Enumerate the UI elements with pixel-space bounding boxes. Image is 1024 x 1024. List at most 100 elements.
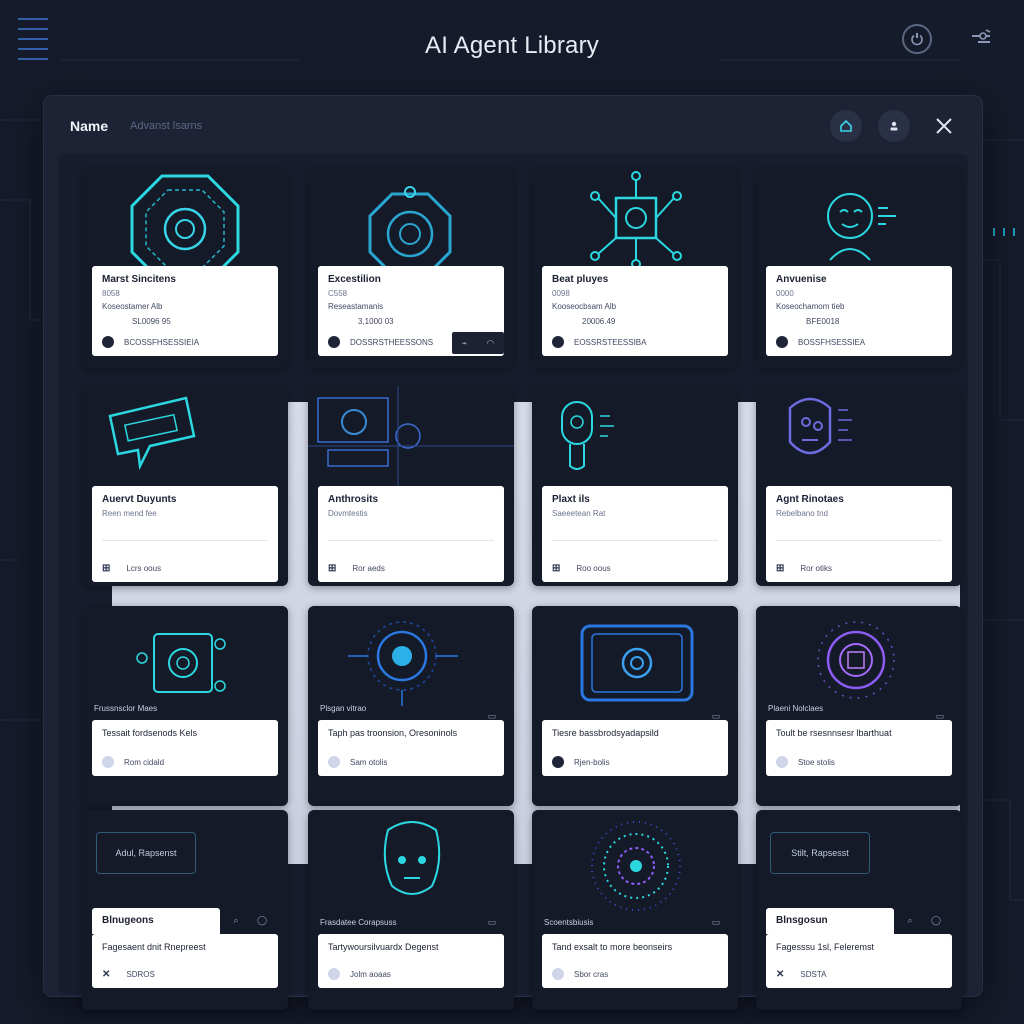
agent-card[interactable]: Adul, Rapsenst Blnugeons ⌕ ◯ Fagesaent d… — [82, 810, 288, 1010]
grid-icon: ⊞ — [102, 563, 111, 574]
search-icon[interactable]: ⌕ — [902, 912, 918, 928]
card-title: Anvuenise — [776, 274, 827, 285]
card-code: 0000 — [776, 289, 794, 298]
agent-card[interactable]: Agnt Rinotaes Rebelbano tnd ⊞ Ror otiks — [756, 386, 962, 586]
card-tag: Frussnsclor Maes — [94, 704, 158, 713]
dialog-header: Name Advanst lsarns — [44, 96, 982, 154]
card-meta: Koseochamom tieb — [776, 302, 845, 311]
agent-card[interactable]: ▭ Tiesre bassbrodsyadapsild Rjen-bolis — [532, 606, 738, 806]
card-tag: Scoentsbiusis — [544, 918, 594, 927]
card-title: Anthrosits — [328, 494, 378, 505]
avatar — [776, 336, 788, 348]
tools-icon: ✕ — [776, 969, 785, 980]
card-title: Marst Sincitens — [102, 274, 176, 285]
card-code: 0098 — [552, 289, 570, 298]
header-subtitle: Advanst lsarns — [130, 120, 203, 132]
card-footer: Rom cidald — [124, 757, 165, 767]
card-value: 20006.49 — [582, 317, 616, 326]
agent-card[interactable]: Stilt, Rapsesst Blnsgosun ⌕ ◯ Fagesssu 1… — [756, 810, 962, 1010]
name-label: Name — [70, 118, 109, 134]
user-icon — [890, 121, 898, 131]
agent-card[interactable]: Anvuenise 0000 Koseochamom tieb BFE0018 … — [756, 168, 962, 368]
card-subtitle: Fagesssu 1sl, Feleremst — [776, 942, 875, 952]
android-face-icon — [383, 821, 441, 895]
card-title: Agnt Rinotaes — [776, 494, 844, 505]
avatar — [102, 336, 114, 348]
card-footer: SDSTA — [800, 970, 827, 979]
card-subtitle: Fagesaent dnit Rnepreest — [102, 942, 206, 952]
data-sphere-icon — [591, 821, 681, 911]
card-title: Blnugeons — [92, 908, 220, 934]
card-meta: Koseostamer Alb — [102, 302, 163, 311]
user-button[interactable] — [878, 110, 910, 142]
card-footer: BCOSSFHSESSIEIA — [124, 337, 200, 347]
card-title: Plaxt ils — [552, 494, 590, 505]
settings-icon[interactable] — [966, 24, 996, 54]
card-code: 8058 — [102, 289, 120, 298]
agent-card[interactable]: Plaeni Nolclaes ▭ Toult be rsesnnsesr lb… — [756, 606, 962, 806]
avatar — [552, 756, 564, 768]
agent-card[interactable]: Anthrosits Dovmtestis ⊞ Ror aeds — [308, 386, 514, 586]
card-tag: Plaeni Nolclaes — [768, 704, 824, 713]
card-value: SL0096 95 — [132, 317, 171, 326]
agent-card[interactable]: Beat pluyes 0098 Kooseocbsam Alb 20006.4… — [532, 168, 738, 368]
agent-card[interactable]: Excestilion C558 Reseastamanis 3,1000 03… — [308, 168, 514, 368]
bell-icon[interactable]: ◠ — [486, 338, 494, 349]
agent-grid: Marst Sincitens 8058 Koseostamer Alb SL0… — [58, 154, 968, 1010]
power-icon[interactable] — [902, 24, 932, 54]
grid-icon: ⊞ — [552, 563, 561, 574]
card-footer: Ror aeds — [352, 564, 385, 573]
avatar — [552, 336, 564, 348]
card-title: Auervt Duyunts — [102, 494, 177, 505]
card-footer: Jolm aoaas — [350, 969, 391, 979]
card-title: Toult be rsesnnsesr lbarthuat — [776, 728, 892, 738]
card-actions[interactable]: ⌁ ◠ — [452, 332, 504, 354]
card-meta: Kooseocbsam Alb — [552, 302, 617, 311]
bell-icon[interactable]: ◯ — [254, 912, 270, 928]
search-icon[interactable]: ⌕ — [228, 912, 244, 928]
archive-icon[interactable]: ▭ — [484, 914, 500, 930]
close-button[interactable] — [930, 112, 958, 140]
card-footer: EOSSRSTEESSIBA — [574, 337, 647, 347]
card-title: Blnsgosun — [766, 908, 894, 934]
card-subtitle: Saeeetean Rat — [552, 509, 606, 518]
agent-card[interactable]: Scoentsbiusis ▭ Tand exsalt to more beon… — [532, 810, 738, 1010]
home-button[interactable] — [830, 110, 862, 142]
avatar — [552, 968, 564, 980]
card-title: Tartywoursilvuardx Degenst — [328, 942, 439, 952]
avatar — [328, 336, 340, 348]
grid-icon: ⊞ — [776, 563, 785, 574]
card-footer: Roo oous — [576, 564, 611, 573]
card-footer: Stoe stolis — [798, 757, 835, 767]
agent-card[interactable]: Plsgan vitrao ▭ Taph pas troonsion, Ores… — [308, 606, 514, 806]
card-footer: Sbor cras — [574, 969, 609, 979]
card-subtitle: Reen mend fee — [102, 509, 157, 518]
avatar — [328, 968, 340, 980]
card-meta: Reseastamanis — [328, 302, 384, 311]
card-footer: DOSSRSTHEESSONS — [350, 337, 434, 347]
avatar — [776, 756, 788, 768]
card-footer: SDROS — [126, 970, 155, 979]
card-title: Taph pas troonsion, Oresoninols — [328, 728, 458, 738]
card-subtitle: Rebelbano tnd — [776, 509, 829, 518]
agent-card[interactable]: Auervt Duyunts Reen mend fee ⊞ Lcrs oous — [82, 386, 288, 586]
link-icon[interactable]: ⌁ — [462, 338, 467, 349]
avatar — [328, 756, 340, 768]
home-icon — [840, 119, 852, 132]
card-tag: Plsgan vitrao — [320, 704, 367, 713]
agent-card[interactable]: Frussnsclor Maes Tessait fordsenods Kels… — [82, 606, 288, 806]
archive-icon[interactable]: ▭ — [708, 914, 724, 930]
agent-library-dialog: Name Advanst lsarns Marst Sincitens 8058 — [44, 96, 982, 1010]
card-title: Tessait fordsenods Kels — [102, 728, 198, 738]
agent-card[interactable]: Marst Sincitens 8058 Koseostamer Alb SL0… — [82, 168, 288, 368]
card-tag: Frasdatee Corapsuss — [320, 918, 397, 927]
agent-card[interactable]: Frasdatee Corapsuss ▭ Tartywoursilvuardx… — [308, 810, 514, 1010]
card-value: 3,1000 03 — [358, 317, 394, 326]
close-icon — [936, 118, 952, 134]
card-footer: Rjen-bolis — [574, 757, 610, 767]
grid-icon: ⊞ — [328, 563, 337, 574]
card-title: Excestilion — [328, 274, 381, 285]
agent-badge-box: Stilt, Rapsesst — [770, 832, 870, 874]
bell-icon[interactable]: ◯ — [928, 912, 944, 928]
agent-card[interactable]: Plaxt ils Saeeetean Rat ⊞ Roo oous — [532, 386, 738, 586]
